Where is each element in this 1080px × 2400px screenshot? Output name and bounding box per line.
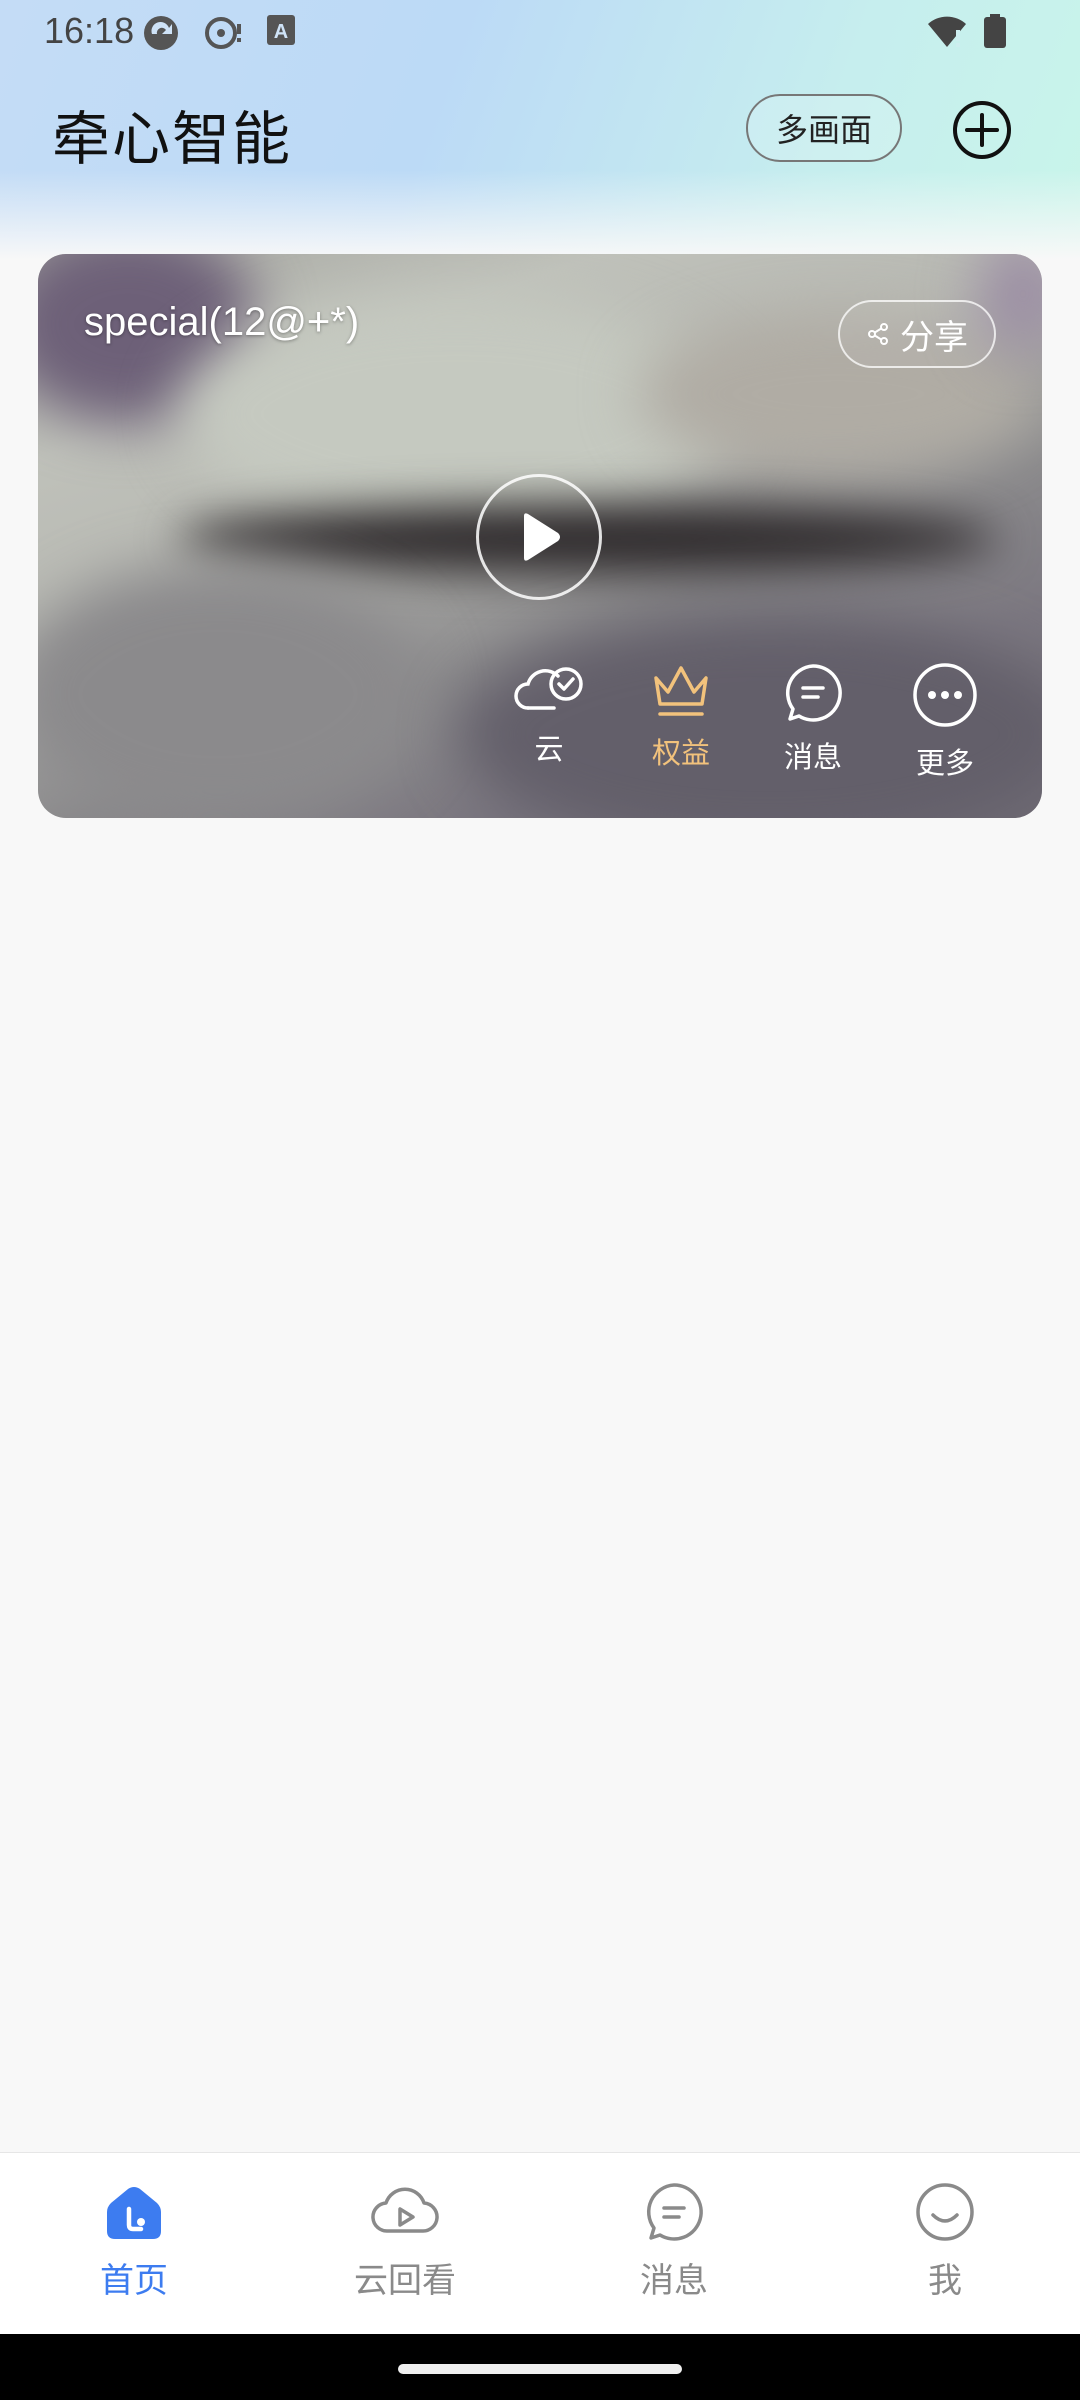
system-nav-bar: [0, 2334, 1080, 2400]
tab-cloud-playback[interactable]: 云回看: [305, 2181, 505, 2302]
message-icon: [785, 664, 842, 722]
cloud-play-icon: [371, 2187, 439, 2233]
share-button[interactable]: 分享: [838, 300, 996, 368]
tab-home[interactable]: 首页: [34, 2181, 234, 2302]
cloud-action[interactable]: 云: [494, 662, 604, 768]
crown-icon: [654, 666, 708, 716]
share-icon: [868, 323, 888, 345]
profile-icon: [916, 2183, 974, 2241]
cloud-check-icon: [514, 667, 583, 710]
sync-app-icon: [142, 14, 180, 56]
message-label: 消息: [783, 740, 842, 774]
multi-view-button[interactable]: 多画面: [746, 94, 902, 162]
bottom-nav: 首页 云回看 消息 我: [0, 2152, 1080, 2335]
share-label: 分享: [900, 317, 968, 358]
tab-profile[interactable]: 我: [845, 2181, 1045, 2302]
more-action[interactable]: 更多: [890, 662, 1000, 782]
status-time: 16:18: [44, 10, 135, 51]
home-gesture-handle[interactable]: [398, 2364, 682, 2374]
tab-cloud-playback-label: 云回看: [354, 2261, 456, 2301]
benefits-label: 权益: [651, 736, 710, 770]
plus-circle-icon: [953, 101, 1011, 159]
device-card[interactable]: special(12@+*) 分享 云 权益 消息 更多: [38, 254, 1042, 818]
play-icon: [524, 513, 560, 561]
battery-icon: [984, 14, 1006, 52]
message-icon: [646, 2183, 703, 2241]
cloud-label: 云: [534, 732, 564, 766]
wifi-icon: [926, 14, 968, 52]
app-title: 牵心智能: [52, 105, 293, 173]
tab-profile-label: 我: [928, 2261, 962, 2301]
svg-text:A: A: [274, 21, 288, 43]
tab-messages[interactable]: 消息: [574, 2181, 774, 2302]
more-label: 更多: [915, 746, 974, 780]
tab-messages-label: 消息: [640, 2261, 708, 2301]
home-icon: [107, 2187, 161, 2239]
play-button[interactable]: [476, 474, 602, 600]
media-app-icon: [204, 14, 244, 56]
add-device-button[interactable]: [952, 100, 1012, 160]
message-action[interactable]: 消息: [758, 662, 868, 776]
benefits-action[interactable]: 权益: [626, 662, 736, 772]
more-icon: [913, 663, 977, 727]
tab-home-label: 首页: [100, 2261, 168, 2301]
device-name: special(12@+*): [84, 300, 360, 344]
status-bar: 16:18 A: [0, 0, 1080, 62]
app-screen: 16:18 A 牵心智能 多画面 special(12@+*) 分享 云 权益 …: [0, 0, 1080, 2400]
text-app-icon: A: [266, 14, 296, 50]
